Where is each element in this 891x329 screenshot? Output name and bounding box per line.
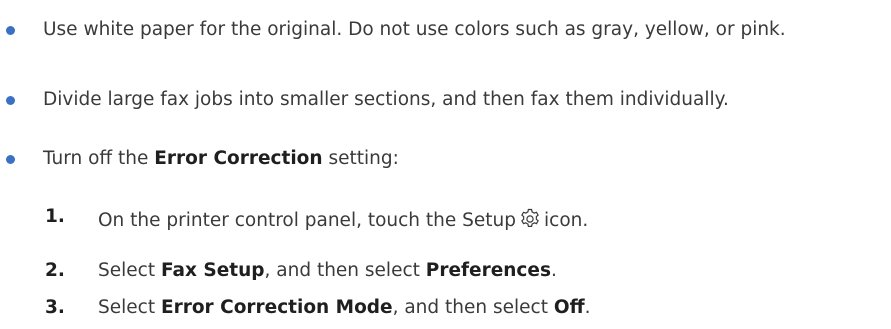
step-text-after: icon.	[544, 210, 589, 231]
bullet-text-before: Turn off the	[43, 147, 155, 169]
step-text-part: .	[584, 297, 591, 318]
step-text: On the printer control panel, touch the …	[98, 208, 588, 235]
step-text-part: .	[550, 260, 557, 281]
step-number: 1.	[45, 206, 65, 227]
bullet-text: Divide large fax jobs into smaller secti…	[43, 88, 729, 110]
step-text-part: Select	[98, 260, 161, 281]
step-text-part: , and then select	[392, 297, 554, 318]
menu-name-error-correction-mode: Error Correction Mode	[160, 297, 393, 318]
bullet-dot	[6, 95, 15, 105]
menu-name-fax-setup: Fax Setup	[160, 260, 265, 281]
step-text: Select Error Correction Mode, and then s…	[98, 297, 591, 318]
bullet-dot	[6, 25, 15, 35]
bullet-dot	[6, 154, 15, 164]
step-text-part: , and then select	[264, 260, 426, 281]
step-number: 3.	[45, 297, 65, 318]
bullet-text: Turn off the Error Correction setting:	[43, 147, 399, 169]
gear-icon	[519, 208, 541, 235]
step-text: Select Fax Setup, and then select Prefer…	[98, 260, 557, 281]
bullet-text: Use white paper for the original. Do not…	[43, 18, 786, 40]
setting-name: Error Correction	[154, 147, 323, 169]
step-text-part: Select	[98, 297, 161, 318]
step-text-before: On the printer control panel, touch the …	[98, 210, 517, 231]
bullet-text-after: setting:	[322, 147, 399, 169]
menu-name-off: Off	[553, 297, 585, 318]
menu-name-preferences: Preferences	[425, 260, 551, 281]
step-number: 2.	[45, 260, 65, 281]
